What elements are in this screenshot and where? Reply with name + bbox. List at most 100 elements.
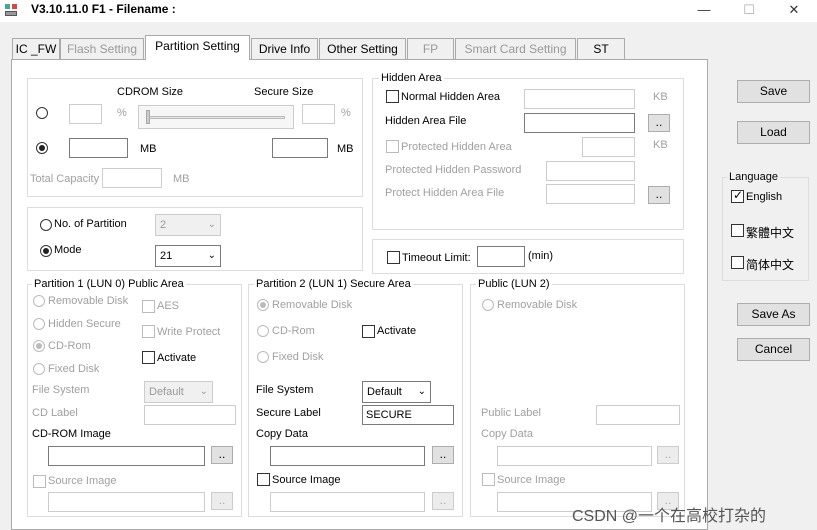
protected-hidden-size-input[interactable] [582,137,635,157]
size-percent-radio[interactable] [36,107,48,119]
p2-cdrom-radio[interactable] [257,325,269,337]
lang-simp-checkbox[interactable] [731,256,744,269]
p2-file-system-value: Default [367,386,402,398]
p2-secure-label-input[interactable]: SECURE [362,405,454,425]
browse-protect-file-button[interactable]: .. [648,186,670,204]
p2-copy-data-label: Copy Data [256,428,308,440]
protected-hidden-area-checkbox[interactable] [386,140,399,153]
kb-unit-1: KB [653,91,668,103]
secure-percent-input[interactable] [302,104,335,124]
hidden-area-file-input[interactable] [524,113,635,133]
close-icon[interactable]: ✕ [771,0,817,22]
app-icon [4,3,18,17]
tab-st[interactable]: ST [577,38,625,60]
p1-activate-checkbox[interactable] [142,351,155,364]
p1-file-system-select[interactable]: Default ⌄ [144,381,213,403]
cdrom-percent-input[interactable] [69,104,102,124]
p3-source-image-checkbox[interactable] [482,473,495,486]
timeout-limit-input[interactable] [477,246,525,267]
total-capacity-input[interactable] [102,168,162,188]
p2-file-system-select[interactable]: Default ⌄ [362,381,431,403]
p3-public-label-input[interactable] [596,405,680,425]
window-title: V3.10.11.0 F1 - Filename : [31,2,176,16]
p1-removable-label: Removable Disk [48,295,129,307]
p1-aes-label: AES [157,300,180,312]
p2-browse-source-button[interactable]: .. [432,492,454,510]
p1-cdrom-radio[interactable] [33,340,45,352]
mode-select[interactable]: 21 ⌄ [155,245,221,267]
p1-cdrom-image-input[interactable] [48,446,205,466]
p3-copy-data-label: Copy Data [481,428,533,440]
p1-activate-label: Activate [157,352,197,364]
p1-source-image-input[interactable] [48,492,205,512]
p1-cdrom-label: CD-Rom [48,340,91,352]
tab-drive-info[interactable]: Drive Info [251,38,318,60]
p2-removable-radio[interactable] [257,299,269,311]
p2-fixed-radio[interactable] [257,351,269,363]
normal-hidden-size-input[interactable] [524,89,635,109]
p1-hidden-secure-radio[interactable] [33,318,45,330]
protect-area-file-input[interactable] [546,184,635,204]
size-mb-radio[interactable] [36,142,48,154]
lang-english-checkbox[interactable] [731,188,744,203]
load-button[interactable]: Load [737,121,810,144]
minimize-icon[interactable]: — [681,0,727,22]
p2-copy-data-input[interactable] [270,446,425,466]
no-of-partition-radio[interactable] [40,219,52,231]
secure-mb-input[interactable] [272,138,328,158]
timeout-limit-checkbox[interactable] [387,251,400,264]
mode-value: 21 [160,250,173,262]
no-of-partition-value: 2 [160,219,167,231]
chevron-down-icon: ⌄ [207,250,216,261]
p1-cd-label-input[interactable] [144,405,236,425]
slider-thumb[interactable] [146,110,150,124]
mode-label: Mode [54,244,82,256]
p2-source-image-input[interactable] [270,492,425,512]
protected-hidden-area-label: Protected Hidden Area [401,141,512,153]
partition1-title: Partition 1 (LUN 0) Public Area [32,278,186,290]
no-of-partition-select[interactable]: 2 ⌄ [155,214,221,236]
tab-partition-setting[interactable]: Partition Setting [145,35,250,60]
save-button[interactable]: Save [737,80,810,103]
tab-fp[interactable]: FP [407,38,454,60]
p2-source-image-checkbox[interactable] [257,473,270,486]
p1-browse-cdrom-button[interactable]: .. [211,446,233,464]
p1-write-protect-checkbox[interactable] [142,325,155,338]
tab-other-setting[interactable]: Other Setting [319,38,406,60]
p2-browse-copy-button[interactable]: .. [432,446,454,464]
size-slider[interactable] [138,105,294,129]
p1-cdrom-image-label: CD-ROM Image [32,428,111,440]
normal-hidden-area-label: Normal Hidden Area [401,91,501,103]
p1-source-image-checkbox[interactable] [33,475,46,488]
lang-trad-label: 繁體中文 [746,226,795,240]
p1-browse-source-button[interactable]: .. [211,492,233,510]
browse-hidden-file-button[interactable]: .. [648,114,670,132]
p2-secure-label-label: Secure Label [256,407,321,419]
timeout-limit-label: Timeout Limit: [402,252,471,264]
cdrom-mb-input[interactable] [69,138,128,158]
cancel-button[interactable]: Cancel [737,338,810,361]
maximize-icon[interactable]: ☐ [726,0,772,22]
protected-password-input[interactable] [546,161,635,181]
normal-hidden-area-checkbox[interactable] [386,90,399,103]
chevron-down-icon: ⌄ [417,386,426,397]
mode-radio[interactable] [40,245,52,257]
p1-cd-label-label: CD Label [32,407,78,419]
partition2-title: Partition 2 (LUN 1) Secure Area [254,278,413,290]
tab-smart-card-setting[interactable]: Smart Card Setting [455,38,576,60]
p2-file-system-label: File System [256,384,314,396]
tab-flash-setting[interactable]: Flash Setting [60,38,144,60]
p1-hidden-secure-label: Hidden Secure [48,318,121,330]
p2-activate-checkbox[interactable] [362,325,375,338]
p3-public-label-label: Public Label [481,407,541,419]
p3-removable-radio[interactable] [482,299,494,311]
p1-removable-radio[interactable] [33,295,45,307]
tab-ic-fw[interactable]: IC _FW [12,38,60,60]
p1-fixed-radio[interactable] [33,363,45,375]
save-as-button[interactable]: Save As [737,303,810,326]
lang-trad-checkbox[interactable] [731,224,744,237]
p1-aes-checkbox[interactable] [142,300,155,313]
p3-copy-data-input[interactable] [497,446,652,466]
p3-browse-copy-button[interactable]: .. [657,446,679,464]
p3-removable-label: Removable Disk [497,299,578,311]
